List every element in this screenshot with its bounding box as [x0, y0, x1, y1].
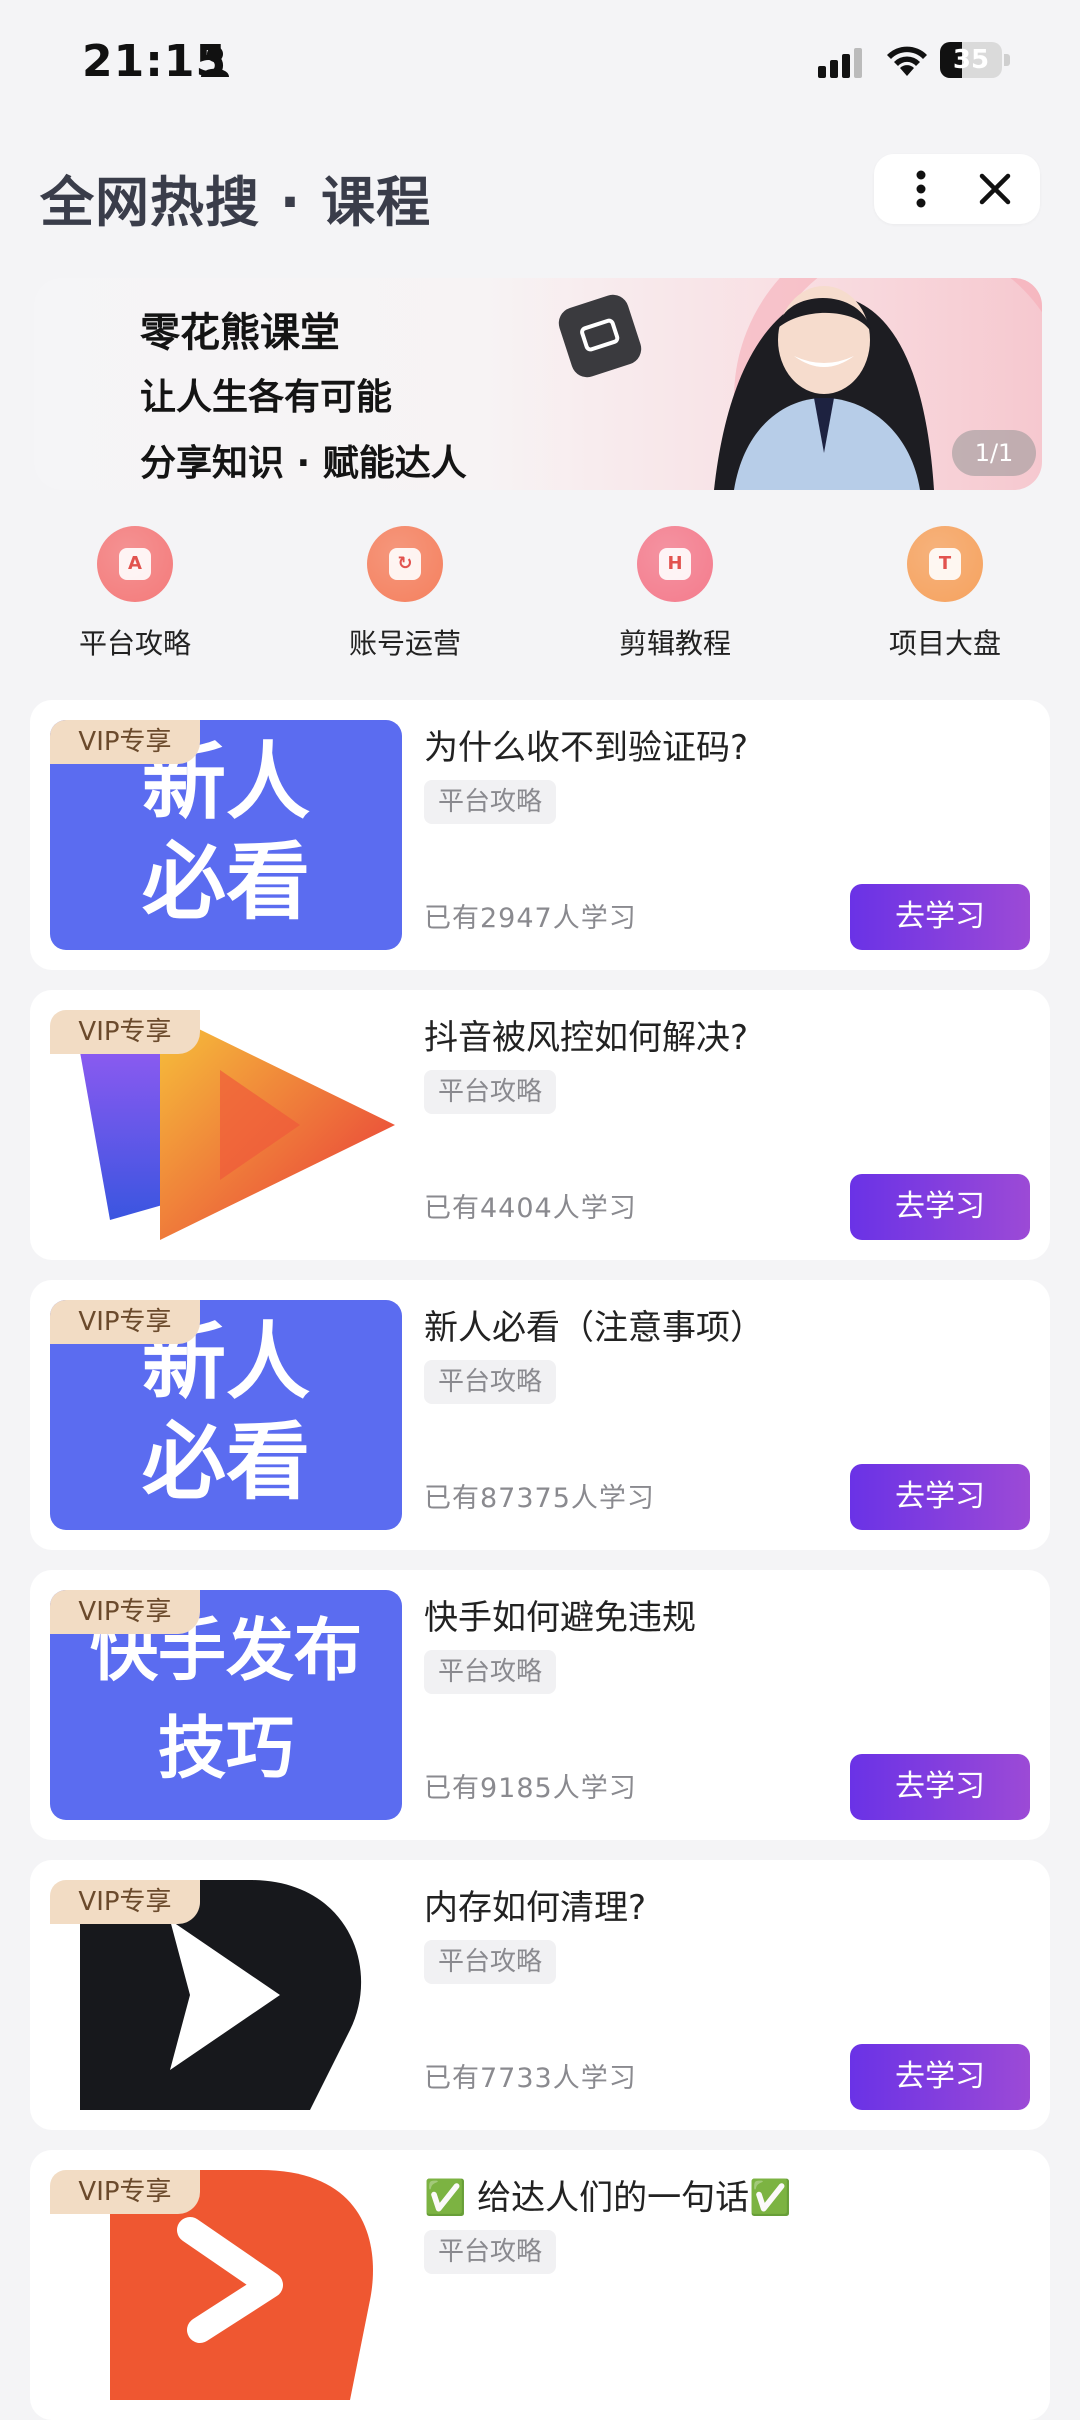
course-title: 快手如何避免违规: [424, 1598, 696, 1638]
course-title: ✅ 给达人们的一句话✅: [424, 2178, 792, 2218]
category-icon: T: [907, 526, 983, 602]
go-learn-button[interactable]: 去学习: [850, 1174, 1030, 1240]
course-card[interactable]: VIP专享 内存如何清理? 平台攻略已有7733人学习 去学习: [30, 1860, 1050, 2130]
category-label: 账号运营: [348, 627, 461, 660]
course-tag: 平台攻略: [424, 1070, 557, 1114]
category-label: 平台攻略: [78, 627, 191, 660]
course-card[interactable]: 新人 必看 VIP专享 为什么收不到验证码? 平台攻略 已有2947人学习 去学习: [30, 700, 1050, 970]
category-item[interactable]: T 项目大盘: [845, 526, 1045, 662]
wifi-icon: [887, 46, 927, 76]
thumbnail-text: 必看: [141, 1413, 310, 1511]
course-tag: 平台攻略: [424, 780, 557, 824]
course-card[interactable]: 新人 必看 VIP专享 新人必看（注意事项） 平台攻略 已有87375人学习 去学习: [30, 1280, 1050, 1550]
close-icon[interactable]: [968, 162, 1022, 216]
battery-level: 35: [952, 45, 990, 75]
vip-badge: VIP专享: [50, 720, 200, 764]
category-item[interactable]: H 剪辑教程: [575, 526, 775, 662]
category-item[interactable]: ↻ 账号运营: [305, 526, 505, 662]
mini-program-capsule: [874, 154, 1040, 224]
category-icon: H: [637, 526, 713, 602]
vip-badge: VIP专享: [50, 2170, 200, 2214]
banner-model-image: [714, 286, 934, 490]
vip-badge: VIP专享: [50, 1880, 200, 1924]
course-tag: 平台攻略: [424, 1940, 557, 1984]
link-cube-icon: [554, 290, 646, 382]
person-icon: [201, 46, 229, 77]
course-title: 抖音被风控如何解决?: [424, 1018, 749, 1058]
course-learners-count: 已有4404人学习: [424, 1193, 637, 1224]
course-card[interactable]: VIP专享 抖音被风控如何解决? 平台攻略已有4404人学习 去学习: [30, 990, 1050, 1260]
category-item[interactable]: A 平台攻略: [35, 526, 235, 662]
category-icon-glyph: T: [929, 548, 961, 580]
cellular-signal-icon: [818, 48, 862, 78]
course-title: 为什么收不到验证码?: [424, 728, 749, 768]
thumbnail-text: 必看: [141, 833, 310, 931]
course-learners-count: 已有2947人学习: [424, 903, 637, 934]
course-card[interactable]: VIP专享 ✅ 给达人们的一句话✅ 平台攻略: [30, 2150, 1050, 2420]
go-learn-button[interactable]: 去学习: [850, 1754, 1030, 1820]
vip-badge: VIP专享: [50, 1010, 200, 1054]
category-label: 剪辑教程: [618, 627, 731, 660]
page-title: 全网热搜 · 课程: [40, 171, 432, 234]
category-icon: A: [97, 526, 173, 602]
course-learners-count: 已有7733人学习: [424, 2063, 637, 2094]
banner-title: 零花熊课堂: [140, 310, 340, 356]
vip-badge: VIP专享: [50, 1300, 200, 1344]
go-learn-button[interactable]: 去学习: [850, 884, 1030, 950]
course-learners-count: 已有87375人学习: [424, 1483, 655, 1514]
course-tag: 平台攻略: [424, 1650, 557, 1694]
course-tag: 平台攻略: [424, 2230, 557, 2274]
promo-banner[interactable]: 零花熊课堂 让人生各有可能 分享知识 · 赋能达人 1/1: [34, 278, 1042, 490]
banner-page-indicator: 1/1: [952, 430, 1036, 476]
go-learn-button[interactable]: 去学习: [850, 2044, 1030, 2110]
category-nav: A 平台攻略 ↻ 账号运营 H 剪辑教程 T 项目大盘: [0, 526, 1080, 666]
status-bar: 21:15 35: [0, 0, 1080, 120]
banner-slogan: 让人生各有可能: [140, 377, 393, 418]
vip-badge: VIP专享: [50, 1590, 200, 1634]
category-label: 项目大盘: [888, 627, 1001, 660]
banner-tagline: 分享知识 · 赋能达人: [140, 443, 467, 484]
course-title: 内存如何清理?: [424, 1888, 647, 1928]
category-icon: ↻: [367, 526, 443, 602]
course-learners-count: 已有9185人学习: [424, 1773, 637, 1804]
course-tag: 平台攻略: [424, 1360, 557, 1404]
battery-icon: 35: [940, 42, 1012, 80]
category-icon-glyph: A: [119, 548, 151, 580]
course-card[interactable]: 快手发布 技巧 VIP专享 快手如何避免违规 平台攻略 已有9185人学习 去学习: [30, 1570, 1050, 1840]
category-icon-glyph: H: [659, 548, 691, 580]
go-learn-button[interactable]: 去学习: [850, 1464, 1030, 1530]
course-title: 新人必看（注意事项）: [424, 1308, 764, 1348]
more-options-icon[interactable]: [894, 162, 948, 216]
thumbnail-text: 技巧: [157, 1710, 294, 1789]
category-icon-glyph: ↻: [389, 548, 421, 580]
